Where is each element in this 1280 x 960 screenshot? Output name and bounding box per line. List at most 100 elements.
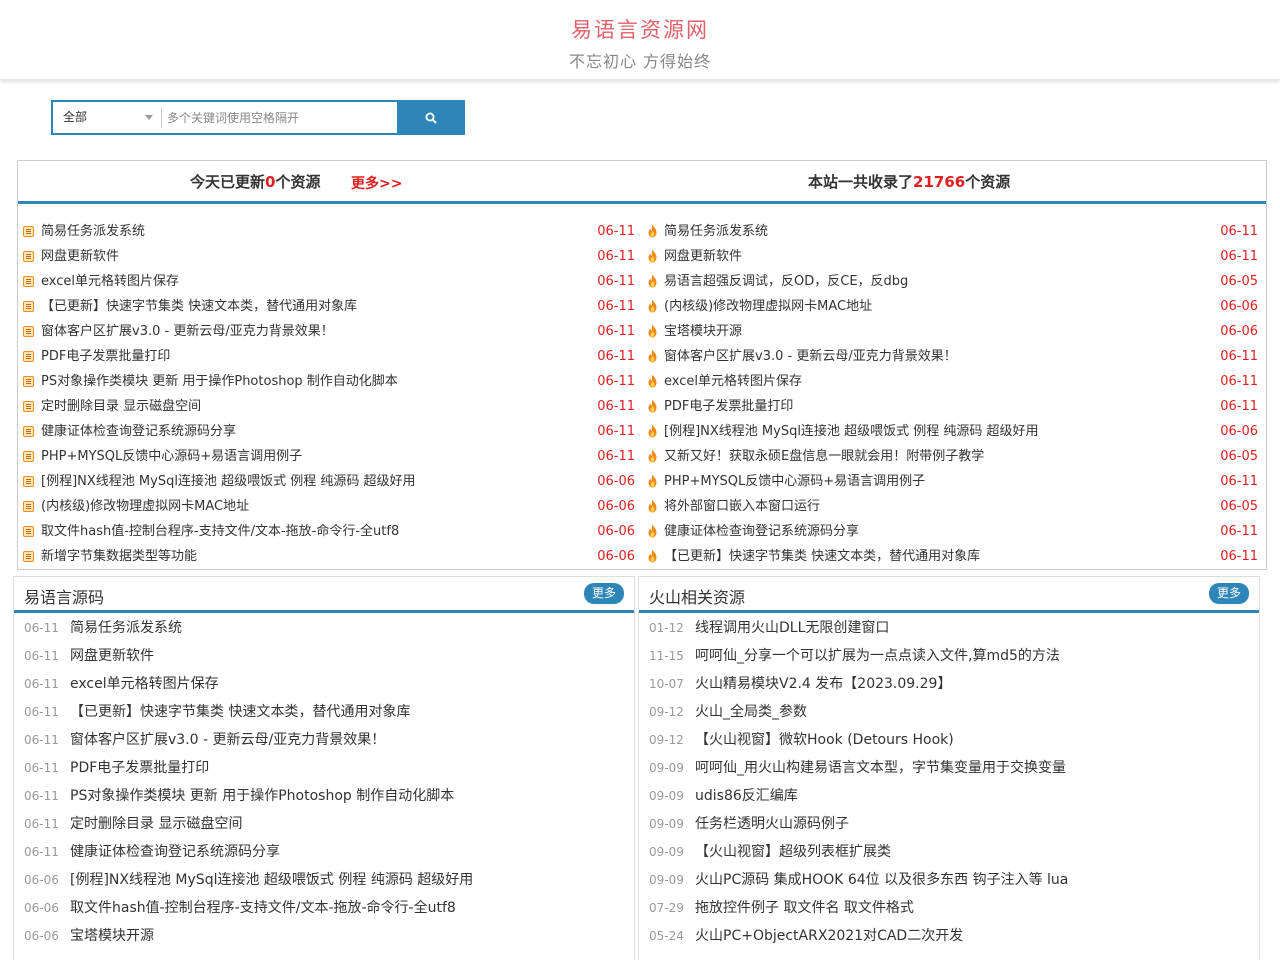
item-title-link[interactable]: 火山PC源码 集成HOOK 64位 以及很多东西 钩子注入等 lua bbox=[695, 866, 1068, 894]
today-more-link[interactable]: 更多>> bbox=[351, 173, 402, 193]
list-item[interactable]: 取文件hash值-控制台程序-支持文件/文本-拖放-命令行-全utf8 06-06 bbox=[23, 519, 635, 544]
list-item[interactable]: 06-11 excel单元格转图片保存 bbox=[24, 670, 624, 698]
list-item[interactable]: 网盘更新软件 06-11 bbox=[23, 244, 635, 269]
item-title-link[interactable]: 网盘更新软件 bbox=[41, 244, 119, 269]
list-item[interactable]: PDF电子发票批量打印 06-11 bbox=[646, 394, 1258, 419]
item-title-link[interactable]: excel单元格转图片保存 bbox=[664, 369, 802, 394]
item-title-link[interactable]: 定时删除目录 显示磁盘空间 bbox=[70, 810, 242, 838]
item-title-link[interactable]: PHP+MYSQL反馈中心源码+易语言调用例子 bbox=[41, 444, 302, 469]
item-title-link[interactable]: 任务栏透明火山源码例子 bbox=[695, 810, 849, 838]
list-item[interactable]: PDF电子发票批量打印 06-11 bbox=[23, 344, 635, 369]
item-title-link[interactable]: udis86反汇编库 bbox=[695, 782, 798, 810]
list-item[interactable]: 健康证体检查询登记系统源码分享 06-11 bbox=[23, 419, 635, 444]
list-item[interactable]: [例程]NX线程池 MySql连接池 超级喂饭式 例程 纯源码 超级好用 06-0… bbox=[23, 469, 635, 494]
item-title-link[interactable]: [例程]NX线程池 MySql连接池 超级喂饭式 例程 纯源码 超级好用 bbox=[41, 469, 415, 494]
list-item[interactable]: 【已更新】快速字节集类 快速文本类，替代通用对象库 06-11 bbox=[646, 544, 1258, 569]
list-item[interactable]: (内核级)修改物理虚拟网卡MAC地址 06-06 bbox=[646, 294, 1258, 319]
item-title-link[interactable]: 呵呵仙_用火山构建易语言文本型，字节集变量用于交换变量 bbox=[695, 754, 1066, 782]
list-item[interactable]: 09-09 udis86反汇编库 bbox=[649, 782, 1249, 810]
item-title-link[interactable]: 又新又好！获取永硕E盘信息一眼就会用！附带例子教学 bbox=[664, 444, 984, 469]
list-item[interactable]: 窗体客户区扩展v3.0 - 更新云母/亚克力背景效果！ 06-11 bbox=[23, 319, 635, 344]
more-button[interactable]: 更多 bbox=[1208, 583, 1249, 604]
item-title-link[interactable]: 简易任务派发系统 bbox=[70, 614, 182, 642]
item-title-link[interactable]: excel单元格转图片保存 bbox=[41, 269, 179, 294]
list-item[interactable]: 简易任务派发系统 06-11 bbox=[23, 219, 635, 244]
list-item[interactable]: 健康证体检查询登记系统源码分享 06-11 bbox=[646, 519, 1258, 544]
item-title-link[interactable]: 宝塔模块开源 bbox=[70, 922, 154, 950]
item-title-link[interactable]: PDF电子发票批量打印 bbox=[664, 394, 793, 419]
item-title-link[interactable]: 易语言超强反调试，反OD，反CE，反dbg bbox=[664, 269, 908, 294]
list-item[interactable]: 05-24 火山PC+ObjectARX2021对CAD二次开发 bbox=[649, 922, 1249, 950]
list-item[interactable]: 将外部窗口嵌入本窗口运行 06-05 bbox=[646, 494, 1258, 519]
item-title-link[interactable]: 呵呵仙_分享一个可以扩展为一点点读入文件,算md5的方法 bbox=[695, 642, 1060, 670]
item-title-link[interactable]: 将外部窗口嵌入本窗口运行 bbox=[664, 494, 820, 519]
list-item[interactable]: excel单元格转图片保存 06-11 bbox=[23, 269, 635, 294]
item-title-link[interactable]: 【火山视窗】超级列表框扩展类 bbox=[695, 838, 891, 866]
item-title-link[interactable]: 网盘更新软件 bbox=[70, 642, 154, 670]
item-title-link[interactable]: [例程]NX线程池 MySql连接池 超级喂饭式 例程 纯源码 超级好用 bbox=[70, 866, 473, 894]
list-item[interactable]: 09-09 呵呵仙_用火山构建易语言文本型，字节集变量用于交换变量 bbox=[649, 754, 1249, 782]
list-item[interactable]: 06-06 取文件hash值-控制台程序-支持文件/文本-拖放-命令行-全utf8 bbox=[24, 894, 624, 922]
list-item[interactable]: 09-12 【火山视窗】微软Hook (Detours Hook) bbox=[649, 726, 1249, 754]
list-item[interactable]: 06-11 PS对象操作类模块 更新 用于操作Photoshop 制作自动化脚本 bbox=[24, 782, 624, 810]
list-item[interactable]: excel单元格转图片保存 06-11 bbox=[646, 369, 1258, 394]
item-title-link[interactable]: 【已更新】快速字节集类 快速文本类，替代通用对象库 bbox=[70, 698, 410, 726]
list-item[interactable]: 06-11 网盘更新软件 bbox=[24, 642, 624, 670]
item-title-link[interactable]: [例程]NX线程池 MySql连接池 超级喂饭式 例程 纯源码 超级好用 bbox=[664, 419, 1038, 444]
list-item[interactable]: 11-15 呵呵仙_分享一个可以扩展为一点点读入文件,算md5的方法 bbox=[649, 642, 1249, 670]
item-title-link[interactable]: (内核级)修改物理虚拟网卡MAC地址 bbox=[664, 294, 872, 319]
list-item[interactable]: 宝塔模块开源 06-06 bbox=[646, 319, 1258, 344]
item-title-link[interactable]: PDF电子发票批量打印 bbox=[41, 344, 170, 369]
item-title-link[interactable]: 网盘更新软件 bbox=[664, 244, 742, 269]
item-title-link[interactable]: 【火山视窗】微软Hook (Detours Hook) bbox=[695, 726, 954, 754]
item-title-link[interactable]: (内核级)修改物理虚拟网卡MAC地址 bbox=[41, 494, 249, 519]
list-item[interactable]: 06-11 【已更新】快速字节集类 快速文本类，替代通用对象库 bbox=[24, 698, 624, 726]
item-title-link[interactable]: 健康证体检查询登记系统源码分享 bbox=[41, 419, 236, 444]
list-item[interactable]: 07-29 拖放控件例子 取文件名 取文件格式 bbox=[649, 894, 1249, 922]
list-item[interactable]: PHP+MYSQL反馈中心源码+易语言调用例子 06-11 bbox=[23, 444, 635, 469]
item-title-link[interactable]: 【已更新】快速字节集类 快速文本类，替代通用对象库 bbox=[664, 544, 980, 569]
item-title-link[interactable]: PDF电子发票批量打印 bbox=[70, 754, 209, 782]
item-title-link[interactable]: excel单元格转图片保存 bbox=[70, 670, 219, 698]
list-item[interactable]: 简易任务派发系统 06-11 bbox=[646, 219, 1258, 244]
item-title-link[interactable]: 火山_全局类_参数 bbox=[695, 698, 807, 726]
item-title-link[interactable]: 健康证体检查询登记系统源码分享 bbox=[70, 838, 280, 866]
list-item[interactable]: 网盘更新软件 06-11 bbox=[646, 244, 1258, 269]
item-title-link[interactable]: PS对象操作类模块 更新 用于操作Photoshop 制作自动化脚本 bbox=[70, 782, 454, 810]
item-title-link[interactable]: 宝塔模块开源 bbox=[664, 319, 742, 344]
site-title[interactable]: 易语言资源网 bbox=[0, 14, 1280, 44]
search-button[interactable] bbox=[397, 102, 463, 133]
panel-title[interactable]: 火山相关资源 bbox=[649, 584, 745, 608]
list-item[interactable]: 易语言超强反调试，反OD，反CE，反dbg 06-05 bbox=[646, 269, 1258, 294]
list-item[interactable]: 10-07 火山精易模块V2.4 发布【2023.09.29】 bbox=[649, 670, 1249, 698]
item-title-link[interactable]: 简易任务派发系统 bbox=[41, 219, 145, 244]
list-item[interactable]: 【已更新】快速字节集类 快速文本类，替代通用对象库 06-11 bbox=[23, 294, 635, 319]
item-title-link[interactable]: 定时删除目录 显示磁盘空间 bbox=[41, 394, 201, 419]
item-title-link[interactable]: 火山精易模块V2.4 发布【2023.09.29】 bbox=[695, 670, 951, 698]
list-item[interactable]: 09-09 任务栏透明火山源码例子 bbox=[649, 810, 1249, 838]
item-title-link[interactable]: 取文件hash值-控制台程序-支持文件/文本-拖放-命令行-全utf8 bbox=[41, 519, 399, 544]
list-item[interactable]: 定时删除目录 显示磁盘空间 06-11 bbox=[23, 394, 635, 419]
list-item[interactable]: 09-09 火山PC源码 集成HOOK 64位 以及很多东西 钩子注入等 lua bbox=[649, 866, 1249, 894]
list-item[interactable]: 09-09 【火山视窗】超级列表框扩展类 bbox=[649, 838, 1249, 866]
list-item[interactable]: 又新又好！获取永硕E盘信息一眼就会用！附带例子教学 06-05 bbox=[646, 444, 1258, 469]
list-item[interactable]: 06-11 PDF电子发票批量打印 bbox=[24, 754, 624, 782]
list-item[interactable]: 06-11 定时删除目录 显示磁盘空间 bbox=[24, 810, 624, 838]
list-item[interactable]: 06-06 宝塔模块开源 bbox=[24, 922, 624, 950]
list-item[interactable]: PHP+MYSQL反馈中心源码+易语言调用例子 06-11 bbox=[646, 469, 1258, 494]
list-item[interactable]: 06-11 简易任务派发系统 bbox=[24, 614, 624, 642]
item-title-link[interactable]: PS对象操作类模块 更新 用于操作Photoshop 制作自动化脚本 bbox=[41, 369, 398, 394]
item-title-link[interactable]: 健康证体检查询登记系统源码分享 bbox=[664, 519, 859, 544]
item-title-link[interactable]: 火山PC+ObjectARX2021对CAD二次开发 bbox=[695, 922, 963, 950]
item-title-link[interactable]: 线程调用火山DLL无限创建窗口 bbox=[695, 614, 889, 642]
list-item[interactable]: (内核级)修改物理虚拟网卡MAC地址 06-06 bbox=[23, 494, 635, 519]
list-item[interactable]: 06-11 窗体客户区扩展v3.0 - 更新云母/亚克力背景效果！ bbox=[24, 726, 624, 754]
list-item[interactable]: 06-11 健康证体检查询登记系统源码分享 bbox=[24, 838, 624, 866]
list-item[interactable]: 06-06 [例程]NX线程池 MySql连接池 超级喂饭式 例程 纯源码 超级好… bbox=[24, 866, 624, 894]
item-title-link[interactable]: 窗体客户区扩展v3.0 - 更新云母/亚克力背景效果！ bbox=[664, 344, 957, 369]
list-item[interactable]: 01-12 线程调用火山DLL无限创建窗口 bbox=[649, 614, 1249, 642]
list-item[interactable]: 09-12 火山_全局类_参数 bbox=[649, 698, 1249, 726]
category-select[interactable]: 全部 bbox=[53, 102, 161, 133]
item-title-link[interactable]: PHP+MYSQL反馈中心源码+易语言调用例子 bbox=[664, 469, 925, 494]
list-item[interactable]: [例程]NX线程池 MySql连接池 超级喂饭式 例程 纯源码 超级好用 06-0… bbox=[646, 419, 1258, 444]
